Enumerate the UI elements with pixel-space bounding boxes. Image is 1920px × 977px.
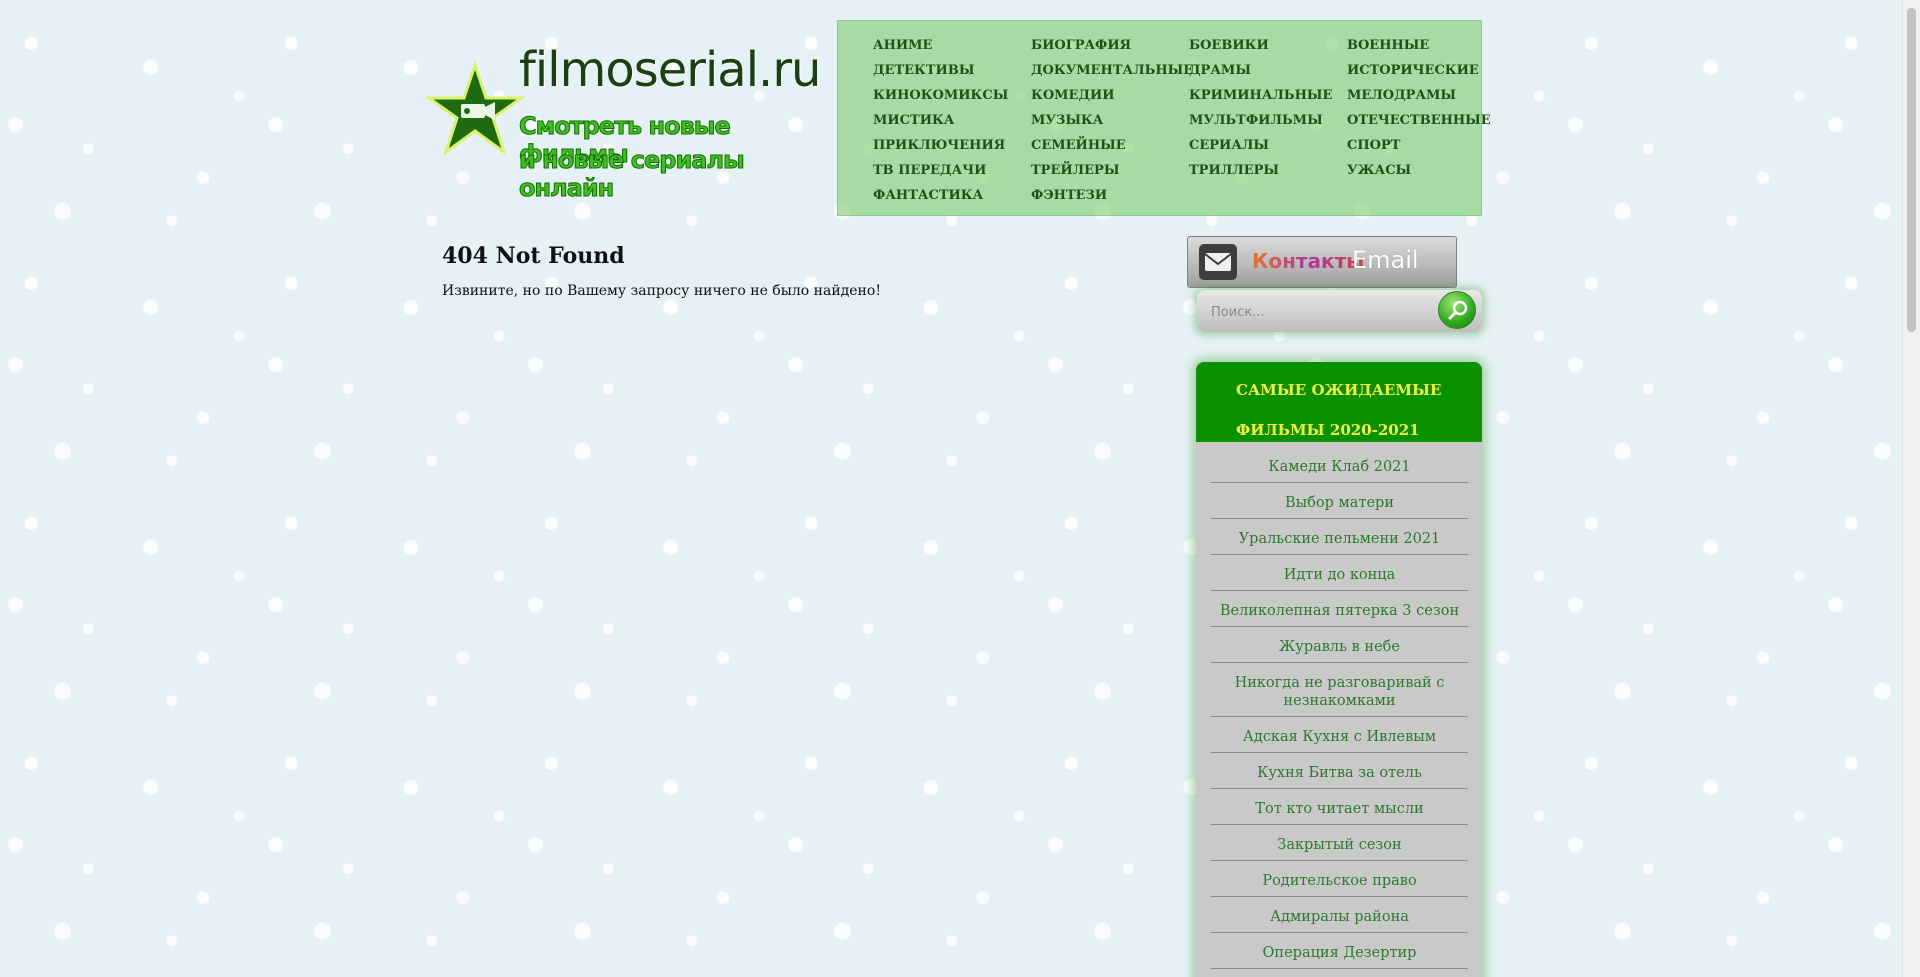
- genre-link[interactable]: КОМЕДИИ: [1031, 83, 1189, 108]
- sidebar-title: САМЫЕ ОЖИДАЕМЫЕ ФИЛЬМЫ 2020-2021: [1196, 362, 1482, 442]
- genre-link[interactable]: СЕРИАЛЫ: [1189, 133, 1347, 158]
- genre-link[interactable]: КИНОКОМИКСЫ: [873, 83, 1031, 108]
- site-logo[interactable]: filmoserial.ru Смотреть новые фильмы и н…: [425, 42, 821, 203]
- genre-link[interactable]: БОЕВИКИ: [1189, 33, 1347, 58]
- contacts-label: Контакты: [1252, 249, 1365, 273]
- sidebar-film-link[interactable]: Операция Дезертир: [1211, 933, 1468, 969]
- genre-link[interactable]: СПОРТ: [1347, 133, 1482, 158]
- genre-link[interactable]: СЕМЕЙНЫЕ: [1031, 133, 1189, 158]
- sidebar-film-link[interactable]: Великолепная пятерка 3 сезон: [1211, 591, 1468, 627]
- genre-grid: АНИМЕ БИОГРАФИЯ БОЕВИКИ ВОЕННЫЕ ДЕТЕКТИВЫ ДОК…: [873, 33, 1491, 208]
- sidebar-film-link[interactable]: Родительское право: [1211, 861, 1468, 897]
- logo-domain-text: filmoserial.ru: [519, 42, 821, 98]
- logo-tagline-line2: и новые сериалы онлайн: [519, 146, 746, 203]
- genre-link[interactable]: УЖАСЫ: [1347, 158, 1482, 183]
- genre-link[interactable]: ТРИЛЛЕРЫ: [1189, 158, 1347, 183]
- genre-nav: АНИМЕ БИОГРАФИЯ БОЕВИКИ ВОЕННЫЕ ДЕТЕКТИВЫ ДОК…: [837, 20, 1491, 216]
- genre-link[interactable]: ДЕТЕКТИВЫ: [873, 58, 1031, 83]
- genre-link[interactable]: ТРЕЙЛЕРЫ: [1031, 158, 1189, 183]
- sidebar-film-link[interactable]: Тот кто читает мысли: [1211, 789, 1468, 825]
- genre-link[interactable]: ДОКУМЕНТАЛЬНЫЕ: [1031, 58, 1193, 83]
- sidebar-film-link[interactable]: Адмиралы района: [1211, 897, 1468, 933]
- genre-link[interactable]: КРИМИНАЛЬНЫЕ: [1189, 83, 1347, 108]
- genre-link[interactable]: ФЭНТЕЗИ: [1031, 183, 1189, 208]
- sidebar-film-link[interactable]: Камеди Клаб 2021: [1211, 447, 1468, 483]
- genre-link[interactable]: МЕЛОДРАМЫ: [1347, 83, 1482, 108]
- genre-link[interactable]: ИСТОРИЧЕСКИЕ: [1347, 58, 1482, 83]
- main-content: 404 Not Found Извините, но по Вашему зап…: [442, 243, 881, 299]
- sidebar-film-link[interactable]: Идти до конца: [1211, 555, 1468, 591]
- genre-link[interactable]: МУЛЬТФИЛЬМЫ: [1189, 108, 1347, 133]
- genre-link[interactable]: ПРИКЛЮЧЕНИЯ: [873, 133, 1031, 158]
- not-found-message: Извините, но по Вашему запросу ничего не…: [442, 283, 881, 299]
- magnifier-icon: [1448, 300, 1468, 320]
- envelope-icon: [1199, 244, 1237, 280]
- sidebar-title-line1: САМЫЕ ОЖИДАЕМЫЕ: [1236, 381, 1442, 399]
- sidebar-film-link[interactable]: Выбор матери: [1211, 483, 1468, 519]
- anticipated-films-sidebar: САМЫЕ ОЖИДАЕМЫЕ ФИЛЬМЫ 2020-2021 Камеди …: [1196, 362, 1482, 977]
- genre-link[interactable]: МУЗЫКА: [1031, 108, 1189, 133]
- genre-link[interactable]: ОТЕЧЕСТВЕННЫЕ: [1347, 108, 1491, 133]
- sidebar-film-link[interactable]: Уральские пельмени 2021: [1211, 519, 1468, 555]
- scrollbar-thumb[interactable]: [1907, 8, 1916, 332]
- genre-link[interactable]: ФАНТАСТИКА: [873, 183, 1031, 208]
- genre-link[interactable]: МИСТИКА: [873, 108, 1031, 133]
- sidebar-film-link[interactable]: Кухня Битва за отель: [1211, 753, 1468, 789]
- genre-link[interactable]: ДРАМЫ: [1189, 58, 1347, 83]
- scrollbar[interactable]: [1902, 0, 1920, 977]
- sidebar-film-link[interactable]: Закрытый сезон: [1211, 825, 1468, 861]
- contacts-email-button[interactable]: Контакты Email: [1187, 236, 1457, 288]
- sidebar-film-link[interactable]: Адская Кухня с Ивлевым: [1211, 717, 1468, 753]
- search-input[interactable]: [1209, 299, 1423, 325]
- page-title: 404 Not Found: [442, 243, 625, 269]
- email-label: Email: [1352, 246, 1419, 274]
- sidebar-film-link[interactable]: Журавль в небе: [1211, 627, 1468, 663]
- genre-link[interactable]: АНИМЕ: [873, 33, 1031, 58]
- genre-link[interactable]: ВОЕННЫЕ: [1347, 33, 1482, 58]
- search-form: [1197, 290, 1482, 332]
- star-film-icon: [425, 60, 525, 156]
- search-button[interactable]: [1438, 291, 1476, 329]
- sidebar-list: Камеди Клаб 2021 Выбор матери Уральские пе…: [1196, 442, 1482, 969]
- genre-link[interactable]: ТВ ПЕРЕДАЧИ: [873, 158, 1031, 183]
- sidebar-film-link[interactable]: Никогда не разговаривай с незнакомками: [1211, 663, 1468, 717]
- genre-link[interactable]: БИОГРАФИЯ: [1031, 33, 1189, 58]
